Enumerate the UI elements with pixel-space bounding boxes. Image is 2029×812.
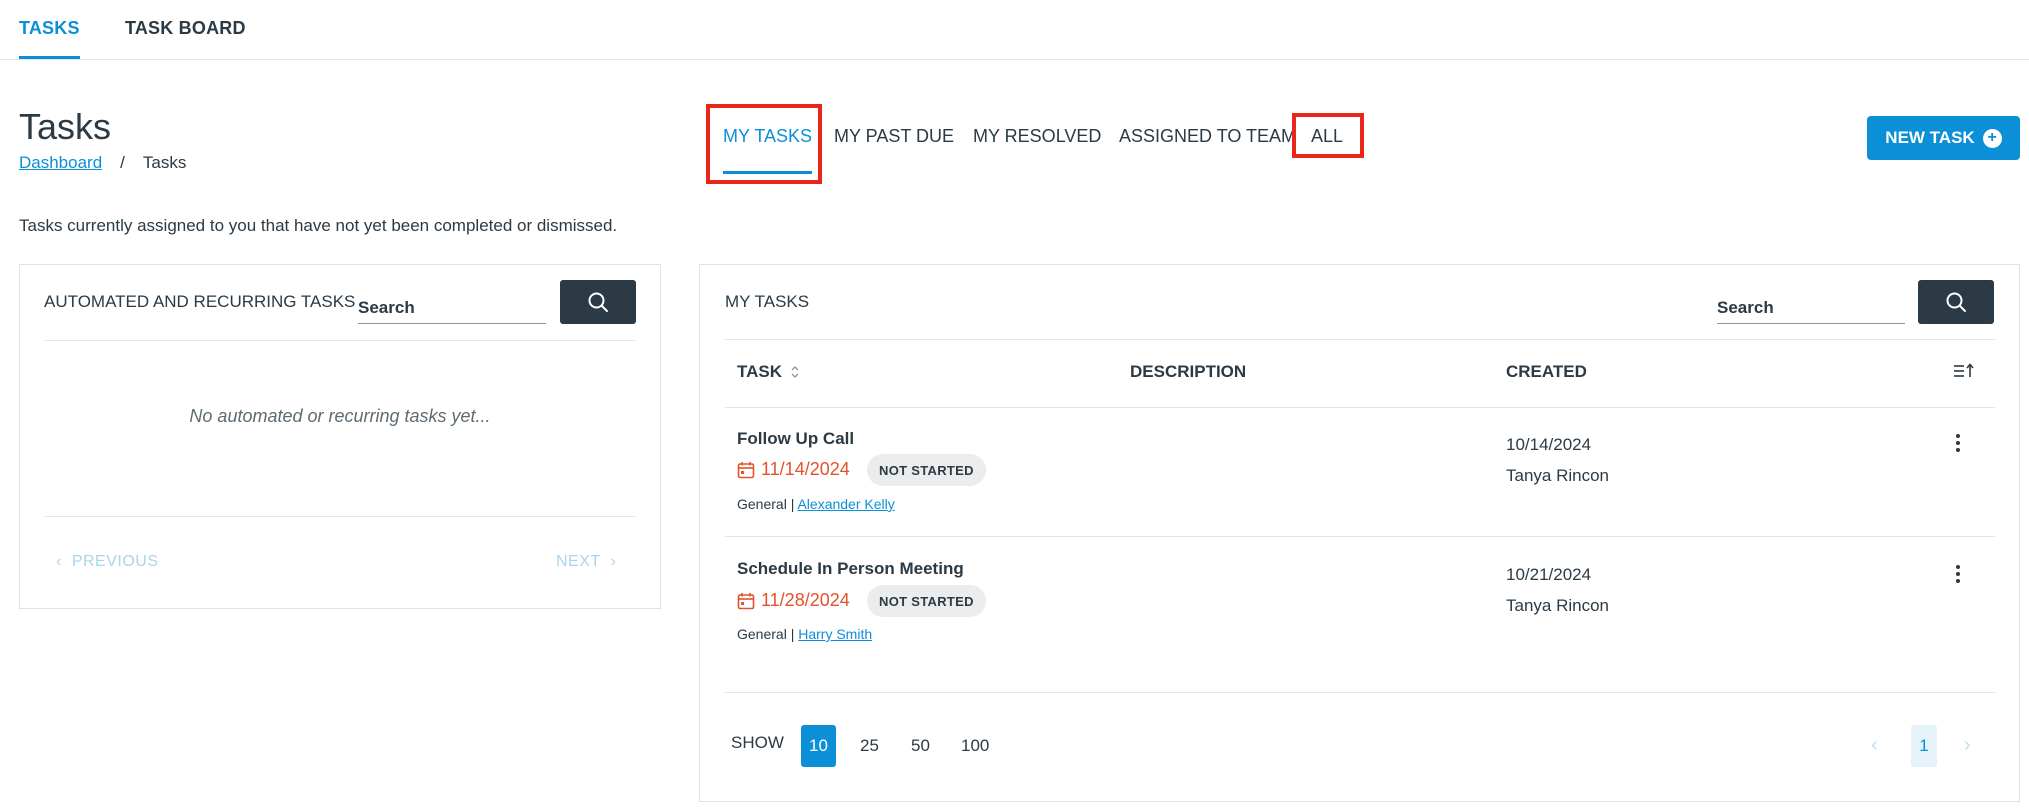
due-date-text: 11/14/2024 xyxy=(761,459,850,479)
my-tasks-search-button[interactable] xyxy=(1918,280,1994,324)
sort-icon xyxy=(791,366,799,378)
task-meta: General | Harry Smith xyxy=(737,626,873,642)
task-due-date: 11/28/2024 xyxy=(737,590,850,611)
tab-my-past-due[interactable]: MY PAST DUE xyxy=(834,126,954,147)
task-meta: General | Alexander Kelly xyxy=(737,496,895,512)
plus-circle-icon: + xyxy=(1982,128,2002,148)
page-size-100[interactable]: 100 xyxy=(953,725,997,767)
calendar-icon xyxy=(737,592,755,609)
created-by: Tanya Rincon xyxy=(1506,466,1610,485)
contact-link[interactable]: Harry Smith xyxy=(798,626,872,642)
search-icon xyxy=(1946,292,1966,312)
column-header-created[interactable]: CREATED xyxy=(1506,362,1587,382)
search-icon xyxy=(588,292,608,312)
status-badge: NOT STARTED xyxy=(867,454,986,486)
my-tasks-search-input[interactable]: Search xyxy=(1717,290,1905,324)
column-settings-icon[interactable] xyxy=(1953,362,1975,382)
status-badge: NOT STARTED xyxy=(867,585,986,617)
automated-search-button[interactable] xyxy=(560,280,636,324)
breadcrumb: Dashboard / Tasks xyxy=(19,153,186,173)
chevron-right-icon[interactable]: › xyxy=(1964,734,1971,757)
tab-task-board[interactable]: TASK BOARD xyxy=(125,18,246,39)
column-task-label: TASK xyxy=(737,362,783,381)
created-date: 10/14/2024 xyxy=(1506,435,1592,454)
page-number-current[interactable]: 1 xyxy=(1911,725,1937,767)
due-date-text: 11/28/2024 xyxy=(761,590,850,610)
automated-tasks-title: AUTOMATED AND RECURRING TASKS xyxy=(44,292,356,311)
chevron-left-icon[interactable]: ‹ xyxy=(1871,734,1878,757)
divider xyxy=(725,407,1995,408)
breadcrumb-dashboard-link[interactable]: Dashboard xyxy=(19,153,102,173)
previous-label: PREVIOUS xyxy=(71,553,159,570)
highlight-all xyxy=(1292,113,1364,158)
divider xyxy=(44,516,636,517)
show-label: SHOW xyxy=(731,733,784,752)
automated-search-input[interactable]: Search xyxy=(358,290,546,324)
chevron-right-icon: › xyxy=(610,553,617,570)
chevron-left-icon: ‹ xyxy=(56,553,62,570)
task-title[interactable]: Schedule In Person Meeting xyxy=(737,559,964,579)
calendar-icon xyxy=(737,461,755,478)
contact-link[interactable]: Alexander Kelly xyxy=(797,496,894,512)
my-tasks-title: MY TASKS xyxy=(725,292,810,311)
divider xyxy=(725,536,1995,537)
tab-my-resolved[interactable]: MY RESOLVED xyxy=(973,126,1101,147)
page-title: Tasks xyxy=(19,106,112,147)
divider xyxy=(725,339,1995,340)
next-button[interactable]: NEXT › xyxy=(556,553,617,571)
tab-tasks[interactable]: TASKS xyxy=(19,18,80,59)
new-task-label: NEW TASK xyxy=(1885,128,1975,147)
row-actions-menu[interactable] xyxy=(1948,431,1968,455)
next-label: NEXT xyxy=(556,553,601,570)
page-size-10[interactable]: 10 xyxy=(801,725,836,767)
divider xyxy=(725,692,1995,693)
column-header-description: DESCRIPTION xyxy=(1130,362,1247,381)
row-actions-menu[interactable] xyxy=(1948,562,1968,586)
page-size-25[interactable]: 25 xyxy=(852,725,887,767)
column-header-task[interactable]: TASK xyxy=(737,362,800,382)
created-by: Tanya Rincon xyxy=(1506,596,1610,615)
breadcrumb-separator: / xyxy=(120,153,125,172)
top-nav: TASKS TASK BOARD xyxy=(0,0,2029,60)
task-due-date: 11/14/2024 xyxy=(737,459,850,480)
empty-automated-message: No automated or recurring tasks yet... xyxy=(189,406,491,426)
created-date: 10/21/2024 xyxy=(1506,565,1592,584)
new-task-button[interactable]: NEW TASK + xyxy=(1867,116,2020,160)
breadcrumb-current: Tasks xyxy=(142,153,187,172)
page-description: Tasks currently assigned to you that hav… xyxy=(19,216,618,235)
task-title[interactable]: Follow Up Call xyxy=(737,429,854,449)
task-category: General xyxy=(737,626,787,642)
divider xyxy=(44,340,636,341)
page-size-50[interactable]: 50 xyxy=(903,725,938,767)
highlight-my-tasks xyxy=(706,104,822,184)
tab-assigned-to-team[interactable]: ASSIGNED TO TEAM xyxy=(1119,126,1296,147)
my-tasks-panel xyxy=(699,264,2020,802)
task-category: General xyxy=(737,496,787,512)
previous-button[interactable]: ‹ PREVIOUS xyxy=(56,553,159,571)
